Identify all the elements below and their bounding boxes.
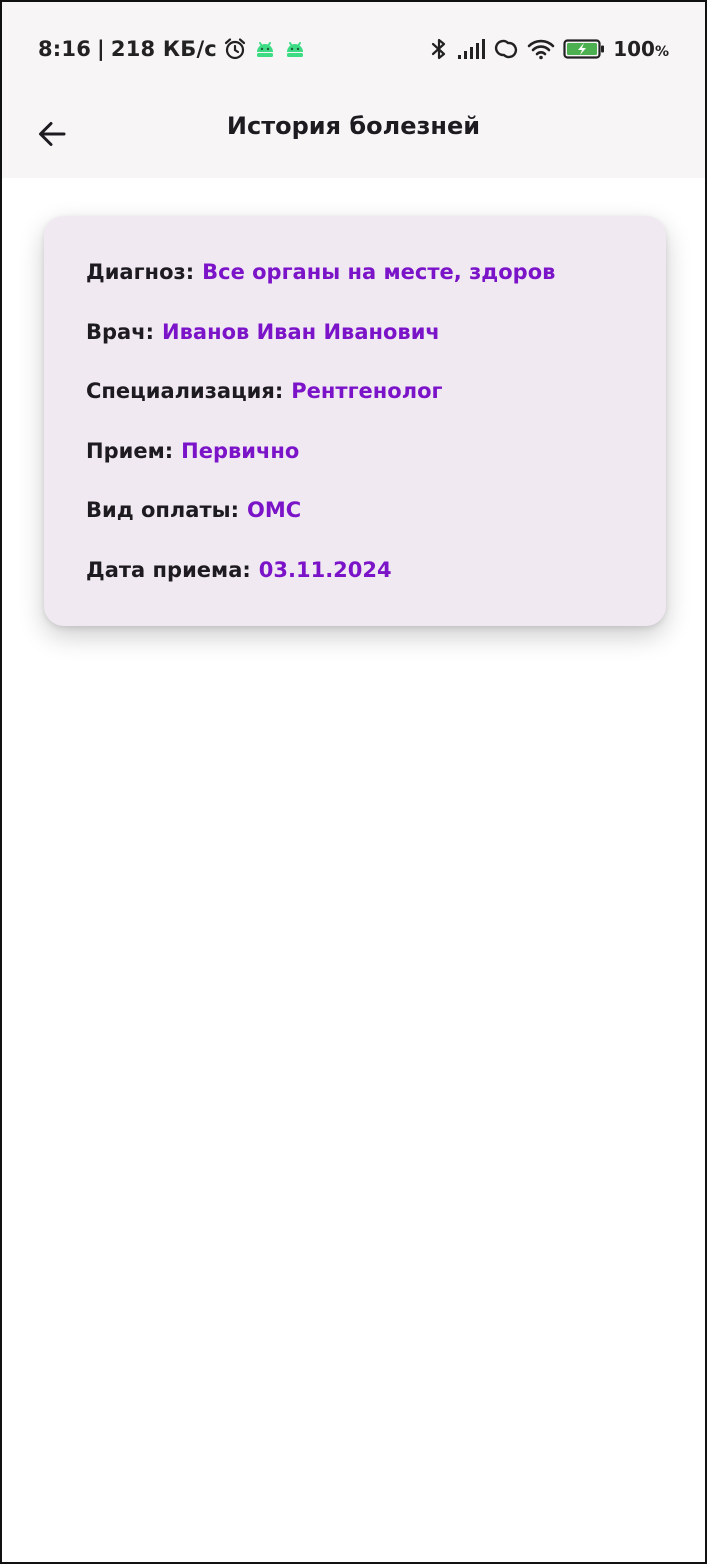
payment-label: Вид оплаты: <box>86 498 240 522</box>
specialization-label: Специализация: <box>86 379 284 403</box>
app-bar: История болезней <box>2 94 705 178</box>
bluetooth-icon <box>429 37 449 61</box>
android-icon <box>283 37 307 61</box>
android-icon <box>253 37 277 61</box>
diagnosis-value: Все органы на месте, здоров <box>202 260 556 284</box>
battery-level: 100% <box>613 37 669 61</box>
alarm-icon <box>223 37 247 61</box>
visit-date-row: Дата приема: 03.11.2024 <box>86 558 624 618</box>
battery-charging-icon <box>563 38 605 60</box>
medical-record-card[interactable]: Диагноз: Все органы на месте, здоров Вра… <box>44 216 666 626</box>
doctor-row: Врач: Иванов Иван Иванович <box>86 320 624 380</box>
visit-date-value: 03.11.2024 <box>258 557 392 582</box>
visit-date-label: Дата приема: <box>86 557 251 582</box>
visit-type-label: Прием: <box>86 438 174 463</box>
status-bar-left: 8:16 | 218 КБ/с <box>38 34 307 64</box>
specialization-row: Специализация: Рентгенолог <box>86 379 624 439</box>
page-title: История болезней <box>226 112 481 140</box>
diagnosis-row: Диагноз: Все органы на месте, здоров <box>86 260 624 320</box>
status-bar-right: 100% <box>429 34 669 64</box>
signal-icon <box>457 38 486 60</box>
visit-type-row: Прием: Первично <box>86 439 624 499</box>
doctor-value: Иванов Иван Иванович <box>162 319 440 344</box>
doctor-label: Врач: <box>86 319 155 344</box>
visit-type-value: Первично <box>181 438 300 463</box>
status-separator: | <box>97 37 105 61</box>
phone-screen: 8:16 | 218 КБ/с 100% История болезней Ди… <box>0 0 707 1564</box>
clock: 8:16 <box>38 37 92 61</box>
payment-value: ОМС <box>247 498 302 522</box>
diagnosis-label: Диагноз: <box>86 260 195 284</box>
specialization-value: Рентгенолог <box>291 379 443 403</box>
network-speed: 218 КБ/с <box>110 37 217 61</box>
wifi-icon <box>527 38 555 60</box>
status-bar: 8:16 | 218 КБ/с 100% <box>2 2 705 94</box>
payment-row: Вид оплаты: ОМС <box>86 498 624 558</box>
hotspot-icon <box>493 37 519 61</box>
